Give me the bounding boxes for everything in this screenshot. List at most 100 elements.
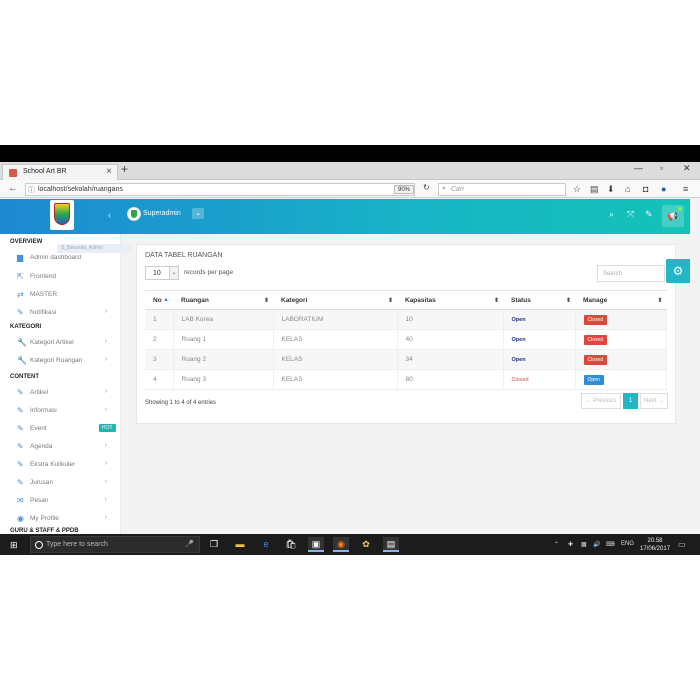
- browser-search-placeholder: Cari: [451, 186, 464, 193]
- download-icon[interactable]: ⬇: [607, 184, 615, 195]
- desktop-screen: School Art BR × + — ▫ ✕ ← ⓘ localhost/se…: [0, 162, 700, 555]
- col-header-status[interactable]: Status ⬍: [503, 290, 575, 310]
- table-info: Showing 1 to 4 of 4 entries: [145, 400, 217, 406]
- zoom-level[interactable]: 90%: [394, 185, 414, 194]
- sidebar-item-my-profile[interactable]: ◉ My Profile ›: [17, 514, 117, 526]
- user-dropdown-icon[interactable]: ⌄: [192, 208, 204, 219]
- terminal-icon[interactable]: ▤: [383, 537, 399, 552]
- url-bar[interactable]: ⓘ localhost/sekolah/ruangans: [25, 183, 415, 196]
- sidebar-section-overview: OVERVIEW: [10, 239, 43, 245]
- sidebar-item-master[interactable]: ⇄ MASTER: [17, 290, 117, 302]
- maximize-button[interactable]: ▫: [660, 163, 663, 173]
- sidebar-item-ekstra-kulikuler[interactable]: ✎ Ekstra Kulikuler ›: [17, 460, 117, 472]
- paint-icon[interactable]: ✿: [358, 537, 374, 552]
- manage-closed-button[interactable]: Closed: [583, 354, 608, 365]
- firefox-icon[interactable]: ◉: [333, 537, 349, 552]
- sidebar-section-content: CONTENT: [10, 374, 39, 380]
- sidebar-item-admin-dashboard[interactable]: ▆ Admin dashboard: [17, 253, 117, 265]
- back-arrow-icon[interactable]: ←: [8, 183, 18, 194]
- table-search-input[interactable]: Search: [597, 265, 665, 282]
- megaphone-icon: 📢: [667, 211, 679, 221]
- new-tab-button[interactable]: +: [121, 162, 128, 176]
- sidebar-item-label: Event: [30, 425, 47, 432]
- menu-icon[interactable]: ≡: [683, 184, 688, 194]
- sidebar-item-artikel[interactable]: ✎ Artikel ›: [17, 388, 117, 400]
- sidebar-item-notifikasi[interactable]: ✎ Notifikasi ›: [17, 308, 117, 320]
- manage-open-button[interactable]: Open: [583, 374, 604, 385]
- app-icon[interactable]: ▣: [308, 537, 324, 552]
- col-header-kapasitas[interactable]: Kapasitas ⬍: [397, 290, 503, 310]
- keyboard-icon[interactable]: ⌨: [606, 541, 615, 548]
- pager-page-button[interactable]: 1: [623, 393, 638, 409]
- minimize-button[interactable]: —: [634, 163, 643, 173]
- status-badge: Open: [511, 357, 526, 363]
- page-length-select[interactable]: 10 ⌄: [145, 266, 179, 280]
- table-row: 1 LAB Korea LABORATIUM 10 Open Closed: [145, 309, 667, 330]
- fullscreen-icon[interactable]: ⤧: [627, 209, 634, 220]
- tab-close-icon[interactable]: ×: [106, 166, 112, 177]
- browser-search-input[interactable]: ⌕ Cari: [438, 183, 566, 196]
- wrench-icon: 🔧: [17, 338, 27, 347]
- bookmark-star-icon[interactable]: ☆: [573, 184, 581, 195]
- close-window-button[interactable]: ✕: [683, 163, 691, 174]
- sidebar-item-agenda[interactable]: ✎ Agenda ›: [17, 442, 117, 454]
- taskbar-search-input[interactable]: Type here to search 🎤: [30, 536, 200, 553]
- sidebar-item-kategori-ruangan[interactable]: 🔧 Kategori Ruangan ›: [17, 356, 117, 368]
- user-name[interactable]: Superadmin: [143, 210, 181, 217]
- sidebar-item-frontend[interactable]: ⇱ Frontend: [17, 272, 117, 284]
- browser-tab[interactable]: School Art BR ×: [2, 164, 118, 180]
- pager-next-button[interactable]: Next →: [640, 393, 668, 409]
- status-badge: Open: [511, 317, 526, 323]
- home-icon[interactable]: ⌂: [625, 184, 630, 194]
- sidebar-item-pesan[interactable]: ✉ Pesan ›: [17, 496, 117, 508]
- cell-status: Closed: [503, 369, 576, 390]
- col-header-kategori[interactable]: Kategori ⬍: [273, 290, 397, 310]
- system-clock[interactable]: 20.58 17/06/2017: [640, 537, 670, 553]
- search-icon[interactable]: ⌕: [609, 209, 614, 220]
- sort-icon: ⬍: [493, 298, 499, 304]
- status-badge: Open: [511, 337, 526, 343]
- volume-icon[interactable]: 🔊: [593, 541, 600, 548]
- reload-icon[interactable]: ↻: [423, 183, 430, 192]
- language-indicator[interactable]: ENG: [621, 541, 634, 547]
- avatar[interactable]: [127, 207, 141, 221]
- pencil-icon: ✎: [17, 308, 24, 317]
- chart-icon: ▆: [17, 253, 24, 262]
- sidebar-item-event[interactable]: ✎ Event HOT ›: [17, 424, 117, 436]
- library-icon[interactable]: ▤: [590, 184, 599, 195]
- pencil-icon[interactable]: ✎: [645, 209, 653, 220]
- file-explorer-icon[interactable]: ▬: [232, 537, 248, 552]
- task-view-icon[interactable]: ❐: [206, 537, 222, 552]
- pager-previous-button[interactable]: ← Previous: [581, 393, 621, 409]
- school-logo[interactable]: [50, 200, 74, 230]
- sidebar-item-jurusan[interactable]: ✎ Jurusan ›: [17, 478, 117, 490]
- sidebar-collapse-icon[interactable]: ‹: [108, 210, 111, 220]
- sidebar-item-kategori-artikel[interactable]: 🔧 Kategori Artikel ›: [17, 338, 117, 350]
- manage-closed-button[interactable]: Closed: [583, 314, 608, 325]
- network-icon[interactable]: ▦: [581, 541, 587, 548]
- notification-button[interactable]: 📢: [662, 205, 684, 227]
- action-center-icon[interactable]: ▭: [678, 540, 686, 549]
- col-header-no[interactable]: No ▲: [145, 290, 173, 310]
- sidebar-item-label: Kategori Ruangan: [30, 357, 83, 364]
- cell-manage: Open: [575, 369, 667, 390]
- col-header-ruangan[interactable]: Ruangan ⬍: [173, 290, 273, 310]
- clock-time: 20.58: [647, 538, 663, 544]
- manage-closed-button[interactable]: Closed: [583, 334, 608, 345]
- settings-gear-icon[interactable]: ⚙: [666, 259, 690, 283]
- sort-icon: ⬍: [657, 298, 663, 304]
- store-icon[interactable]: 🛍: [283, 537, 299, 552]
- cell-kapasitas: 34: [397, 349, 504, 370]
- shield-logo-icon: [54, 203, 70, 225]
- sidebar-item-informasi[interactable]: ✎ Informasi ›: [17, 406, 117, 418]
- browser-tab-bar: School Art BR × + — ▫ ✕: [0, 162, 700, 180]
- chevron-right-icon: ›: [104, 308, 107, 315]
- extension-icon[interactable]: ●: [661, 184, 666, 194]
- windows-start-icon[interactable]: ⊞: [10, 540, 18, 551]
- pocket-icon[interactable]: ◘: [643, 184, 648, 194]
- tray-shield-icon[interactable]: ✚: [568, 541, 573, 548]
- tray-chevron-up-icon[interactable]: ⌃: [554, 541, 559, 548]
- edge-icon[interactable]: e: [258, 537, 274, 552]
- col-header-manage[interactable]: Manage ⬍: [575, 290, 667, 310]
- sidebar-item-label: Notifikasi: [30, 309, 57, 316]
